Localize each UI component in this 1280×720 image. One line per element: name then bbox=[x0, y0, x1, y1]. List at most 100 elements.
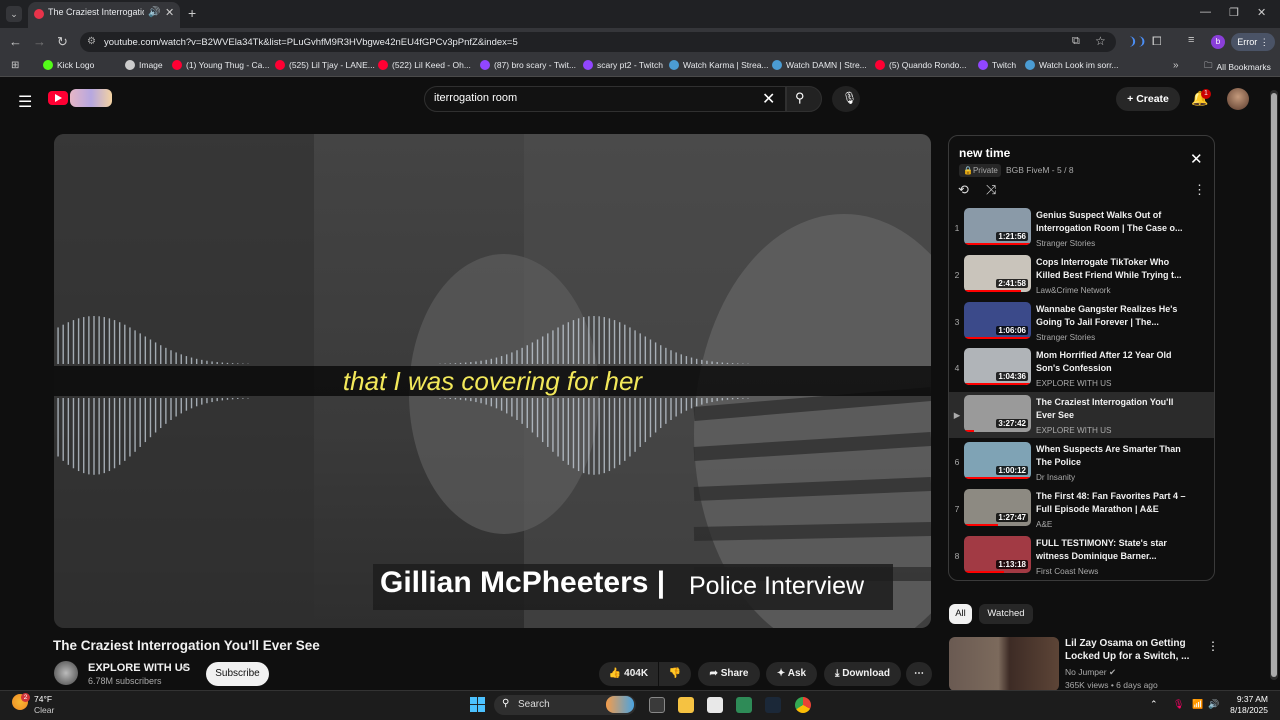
tray-chevron-icon[interactable]: ⌃ bbox=[1150, 699, 1158, 710]
more-bookmarks-chevron-icon[interactable]: » bbox=[1173, 60, 1179, 71]
loop-icon[interactable]: ⟲ bbox=[958, 182, 969, 198]
volume-icon[interactable]: 🔊 bbox=[1208, 699, 1219, 710]
tab-search-dropdown[interactable]: ⌄ bbox=[6, 6, 22, 22]
shuffle-icon[interactable]: ⤨ bbox=[986, 182, 996, 198]
bookmark-item[interactable]: (87) bro scary - Twit... bbox=[480, 60, 576, 70]
sheets-icon[interactable] bbox=[736, 697, 752, 713]
task-view-icon[interactable] bbox=[649, 697, 665, 713]
playlist-item-thumbnail[interactable]: 1:06:06 bbox=[964, 301, 1031, 339]
recommendation-title[interactable]: Lil Zay Osama on Getting Locked Up for a… bbox=[1065, 637, 1195, 663]
bookmark-item[interactable]: (525) Lil Tjay - LANE... bbox=[275, 60, 375, 70]
like-button[interactable]: 👍 404K bbox=[599, 662, 658, 686]
recommendation-more-icon[interactable]: ⋮ bbox=[1207, 639, 1219, 653]
error-button[interactable]: Error ⋮ bbox=[1231, 33, 1275, 51]
bookmark-item[interactable]: (1) Young Thug - Ca... bbox=[172, 60, 269, 70]
clock-date[interactable]: 8/18/2025 bbox=[1220, 705, 1268, 715]
playlist-item[interactable]: 1 1:21:56 Genius Suspect Walks Out of In… bbox=[949, 205, 1214, 251]
bookmark-item[interactable]: (522) Lil Keed - Oh... bbox=[378, 60, 471, 70]
media-control-icon[interactable]: ≡ bbox=[1188, 34, 1194, 46]
more-actions-button[interactable]: ⋯ bbox=[906, 662, 932, 686]
channel-avatar[interactable] bbox=[54, 661, 78, 685]
watch-progress-bar bbox=[964, 570, 1005, 573]
scrollbar-thumb[interactable] bbox=[1271, 93, 1277, 677]
subscribe-button[interactable]: Subscribe bbox=[206, 662, 269, 686]
microphone-tray-icon[interactable]: 🎙 bbox=[1173, 699, 1184, 710]
bookmark-label: (1) Young Thug - Ca... bbox=[186, 60, 270, 70]
bookmark-item[interactable]: Image bbox=[125, 60, 163, 70]
playlist-item-thumbnail[interactable]: 1:21:56 bbox=[964, 208, 1031, 245]
wifi-icon[interactable]: 📶 bbox=[1192, 699, 1203, 710]
playlist-item-thumbnail[interactable]: 1:13:18 bbox=[964, 535, 1031, 573]
bookmark-item[interactable]: (5) Quando Rondo... bbox=[875, 60, 967, 70]
youtube-favicon-icon bbox=[34, 9, 44, 19]
bookmark-label: Watch DAMN | Stre... bbox=[786, 60, 867, 70]
clock-time[interactable]: 9:37 AM bbox=[1220, 694, 1268, 704]
watch-progress-bar bbox=[964, 523, 998, 526]
install-app-icon[interactable]: ⧉ bbox=[1072, 35, 1080, 48]
playlist-item-thumbnail[interactable]: 1:00:12 bbox=[964, 442, 1031, 479]
bookmark-item[interactable]: Twitch bbox=[978, 60, 1016, 70]
dislike-button[interactable]: 👎 bbox=[659, 662, 691, 686]
playlist-item[interactable]: 4 1:04:36 Mom Horrified After 12 Year Ol… bbox=[949, 345, 1214, 391]
playlist-item[interactable]: 6 1:00:12 When Suspects Are Smarter Than… bbox=[949, 439, 1214, 485]
close-window-button[interactable]: ✕ bbox=[1257, 6, 1266, 19]
chrome-icon[interactable] bbox=[795, 697, 811, 713]
bookmark-item[interactable]: Kick Logo bbox=[43, 60, 94, 70]
chip-watched[interactable]: Watched bbox=[979, 604, 1033, 624]
close-playlist-icon[interactable]: ✕ bbox=[1190, 150, 1203, 168]
site-info-icon[interactable]: ⚙ bbox=[87, 36, 96, 47]
playlist-item[interactable]: ▶ 3:27:42 The Craziest Interrogation You… bbox=[949, 392, 1214, 439]
notion-icon[interactable] bbox=[707, 697, 723, 713]
ask-button[interactable]: ✦ Ask bbox=[766, 662, 817, 686]
bookmark-star-icon[interactable]: ☆ bbox=[1095, 34, 1106, 48]
new-tab-button[interactable]: + bbox=[188, 5, 196, 21]
puzzle-icon[interactable]: ⧠ bbox=[1152, 34, 1162, 49]
chip-all[interactable]: All bbox=[949, 604, 972, 624]
bookmark-item[interactable]: Watch Karma | Strea... bbox=[669, 60, 769, 70]
bookmark-label: scary pt2 - Twitch bbox=[597, 60, 663, 70]
clear-search-icon[interactable]: ✕ bbox=[762, 89, 775, 109]
watch-progress-bar bbox=[964, 243, 1031, 245]
bookmark-favicon-icon bbox=[583, 60, 593, 70]
speaker-icon[interactable]: 🔊 bbox=[148, 7, 160, 18]
playlist-item[interactable]: 3 1:06:06 Wannabe Gangster Realizes He's… bbox=[949, 299, 1214, 345]
steam-icon[interactable] bbox=[765, 697, 781, 713]
bookmark-item[interactable]: scary pt2 - Twitch bbox=[583, 60, 663, 70]
playlist-more-icon[interactable]: ⋮ bbox=[1193, 182, 1206, 198]
minimize-button[interactable]: — bbox=[1200, 6, 1211, 18]
maximize-button[interactable]: ❐ bbox=[1229, 6, 1239, 19]
forward-arrow-icon[interactable]: → bbox=[33, 34, 46, 49]
url-text: youtube.com/watch?v=B2WVEla34Tk&list=PLu… bbox=[104, 37, 518, 48]
download-button[interactable]: ⤓ Download bbox=[824, 662, 901, 686]
recommendation-thumbnail[interactable] bbox=[949, 637, 1059, 691]
back-arrow-icon[interactable]: ← bbox=[9, 34, 22, 49]
extension-icon[interactable]: ❩❩ bbox=[1128, 35, 1146, 48]
share-button[interactable]: ➦ Share bbox=[698, 662, 760, 686]
apps-grid-icon[interactable]: ⊞ bbox=[11, 60, 19, 71]
bookmark-item[interactable]: Watch Look im sorr... bbox=[1025, 60, 1119, 70]
playlist-item[interactable]: 2 2:41:58 Cops Interrogate TikToker Who … bbox=[949, 252, 1214, 298]
hamburger-menu-icon[interactable]: ☰ bbox=[18, 92, 32, 112]
bookmark-favicon-icon bbox=[875, 60, 885, 70]
tab-close-icon[interactable]: ✕ bbox=[165, 6, 174, 19]
video-player[interactable]: that I was covering for her Gillian McPh… bbox=[54, 134, 931, 628]
youtube-doodle-logo[interactable] bbox=[70, 89, 112, 107]
playlist-title[interactable]: new time bbox=[959, 146, 1010, 160]
reload-icon[interactable]: ↻ bbox=[57, 34, 68, 50]
bookmark-item[interactable]: Watch DAMN | Stre... bbox=[772, 60, 867, 70]
playlist-item-thumbnail[interactable]: 1:04:36 bbox=[964, 348, 1031, 386]
recommendation-channel: No Jumper ✔ bbox=[1065, 667, 1116, 678]
playlist-item[interactable]: 7 1:27:47 The First 48: Fan Favorites Pa… bbox=[949, 486, 1214, 532]
channel-name[interactable]: EXPLORE WITH US bbox=[88, 662, 190, 674]
create-button[interactable]: + Create bbox=[1116, 87, 1180, 111]
all-bookmarks-folder[interactable]: 🗀 All Bookmarks bbox=[1204, 60, 1271, 74]
weather-alert-badge: 2 bbox=[21, 693, 30, 702]
profile-avatar[interactable]: b bbox=[1211, 35, 1225, 49]
playlist-item-thumbnail[interactable]: 1:27:47 bbox=[964, 488, 1031, 526]
file-explorer-icon[interactable] bbox=[678, 697, 694, 713]
playlist-item-thumbnail[interactable]: 2:41:58 bbox=[964, 254, 1031, 292]
playlist-item-thumbnail[interactable]: 3:27:42 bbox=[964, 395, 1031, 433]
playlist-item[interactable]: 8 1:13:18 FULL TESTIMONY: State's star w… bbox=[949, 533, 1214, 579]
account-avatar[interactable] bbox=[1227, 88, 1249, 110]
windows-start-icon[interactable] bbox=[470, 697, 485, 712]
